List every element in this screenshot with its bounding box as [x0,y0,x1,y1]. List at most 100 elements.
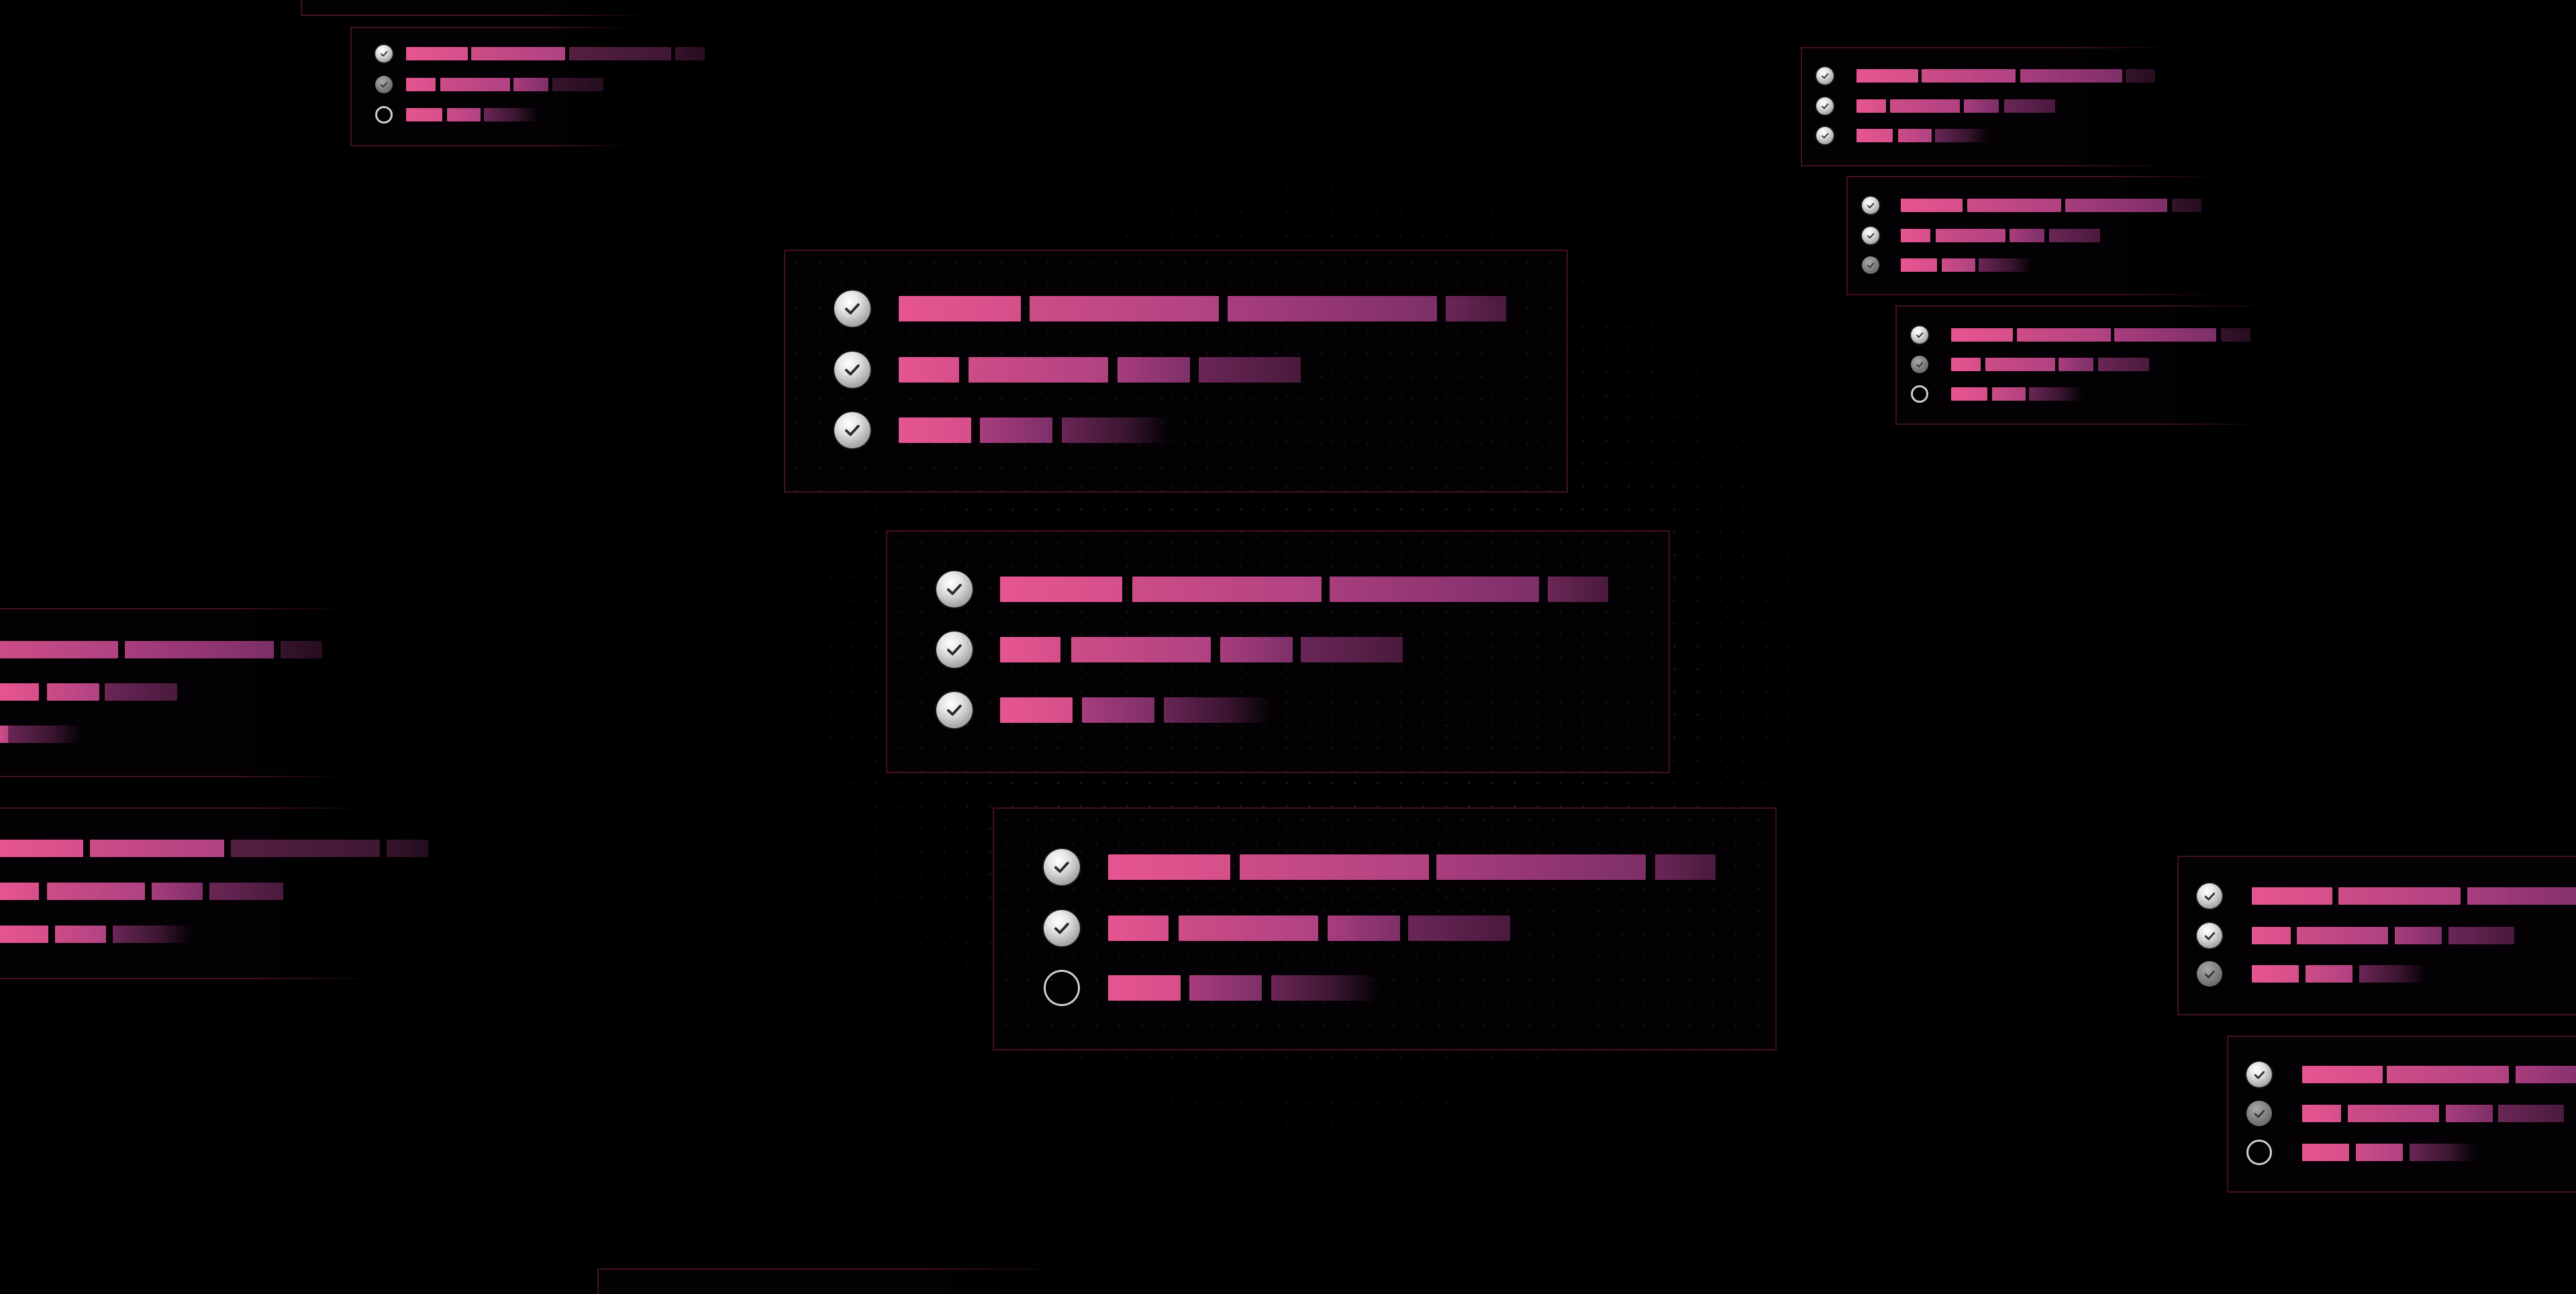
text-placeholder-bar [1408,915,1510,941]
text-placeholder-bar [1071,637,1211,662]
text-placeholder-bar [2395,927,2442,944]
text-placeholder-bar [2467,887,2576,905]
text-placeholder-bar [47,883,145,900]
text-placeholder-bar [2410,1144,2477,1161]
checkmark-circle-icon[interactable] [1044,910,1080,946]
text-placeholder-bar [8,726,82,743]
text-placeholder-bar [2126,69,2155,83]
text-placeholder-bar [484,108,538,121]
text-placeholder-bar [1271,975,1379,1001]
grey-checkmark-circle-icon[interactable] [2246,1101,2272,1126]
empty-circle-icon[interactable] [375,106,393,123]
text-placeholder-bar [1436,854,1646,880]
text-placeholder-bar [1951,328,2013,342]
text-placeholder-bar [0,683,39,701]
text-placeholder-bar [2114,328,2216,342]
text-placeholder-bar [209,883,283,900]
text-placeholder-bar [406,78,436,91]
text-placeholder-bar [1108,854,1230,880]
text-placeholder-bar [1992,387,2026,401]
text-placeholder-bar [440,78,510,91]
text-placeholder-bar [1179,915,1318,941]
text-placeholder-bar [1856,99,1886,113]
checkmark-circle-icon[interactable] [2197,883,2222,909]
text-placeholder-bar [1220,637,1293,662]
grey-checkmark-circle-icon[interactable] [375,76,393,93]
text-placeholder-bar [2020,69,2122,83]
checkmark-circle-icon[interactable] [1816,97,1834,115]
text-placeholder-bar [1330,577,1539,602]
text-placeholder-bar [1901,229,1930,242]
empty-circle-icon[interactable] [2246,1140,2272,1165]
text-placeholder-bar [125,641,274,658]
checkmark-circle-icon[interactable] [936,571,973,607]
text-placeholder-bar [2302,1066,2383,1083]
empty-circle-icon[interactable] [1044,970,1080,1006]
text-placeholder-bar [2017,328,2111,342]
checkmark-circle-icon[interactable] [834,352,871,388]
text-placeholder-bar [1901,199,1963,212]
text-placeholder-bar [513,78,548,91]
checkmark-circle-icon[interactable] [2246,1062,2272,1087]
checkmark-circle-icon[interactable] [1816,127,1834,144]
text-placeholder-bar [2446,1105,2493,1122]
text-placeholder-bar [2302,1144,2349,1161]
text-placeholder-bar [1856,69,1918,83]
text-placeholder-bar [471,47,565,60]
text-placeholder-bar [2348,1105,2439,1122]
text-placeholder-bar [2059,358,2093,371]
checkmark-circle-icon[interactable] [936,692,973,728]
text-placeholder-bar [2359,965,2426,983]
text-placeholder-bar [1655,854,1716,880]
text-placeholder-bar [552,78,603,91]
text-placeholder-bar [2252,887,2332,905]
grey-checkmark-circle-icon[interactable] [1862,256,1879,274]
checkmark-circle-icon[interactable] [375,45,393,62]
text-placeholder-bar [1108,915,1169,941]
grey-checkmark-circle-icon[interactable] [1911,356,1928,373]
text-placeholder-bar [1189,975,1262,1001]
text-placeholder-bar [2221,328,2250,342]
text-placeholder-bar [1967,199,2061,212]
text-placeholder-bar [675,47,705,60]
text-placeholder-bar [1240,854,1429,880]
text-placeholder-bar [231,840,380,857]
grey-checkmark-circle-icon[interactable] [2197,961,2222,987]
checkmark-circle-icon[interactable] [1816,67,1834,85]
text-placeholder-bar [1898,129,1932,142]
text-placeholder-bar [1935,129,1989,142]
text-placeholder-bar [2306,965,2352,983]
text-placeholder-bar [281,641,322,658]
text-placeholder-bar [1000,577,1122,602]
checkmark-circle-icon[interactable] [1911,326,1928,344]
text-placeholder-bar [0,926,48,943]
text-placeholder-bar [1062,417,1169,443]
checkmark-circle-icon[interactable] [1044,849,1080,885]
checkmark-circle-icon[interactable] [834,291,871,327]
checkmark-circle-icon[interactable] [1862,197,1879,214]
text-placeholder-bar [2297,927,2388,944]
text-placeholder-bar [387,840,428,857]
text-placeholder-bar [1979,258,2032,272]
partial-card-edge [301,0,650,16]
text-placeholder-bar [2516,1066,2576,1083]
text-placeholder-bar [1082,697,1154,723]
text-placeholder-bar [1000,637,1060,662]
text-placeholder-bar [1548,577,1608,602]
text-placeholder-bar [1446,296,1506,321]
text-placeholder-bar [406,108,442,121]
text-placeholder-bar [2498,1105,2564,1122]
text-placeholder-bar [1901,258,1937,272]
empty-circle-icon[interactable] [1911,385,1928,403]
text-placeholder-bar [1199,357,1301,383]
checkmark-circle-icon[interactable] [834,412,871,448]
text-placeholder-bar [569,47,671,60]
text-placeholder-bar [1942,258,1975,272]
text-placeholder-bar [447,108,481,121]
checkmark-circle-icon[interactable] [2197,923,2222,948]
checkmark-circle-icon[interactable] [936,632,973,668]
text-placeholder-bar [899,357,959,383]
text-placeholder-bar [899,417,971,443]
checkmark-circle-icon[interactable] [1862,227,1879,244]
text-placeholder-bar [1964,99,1999,113]
